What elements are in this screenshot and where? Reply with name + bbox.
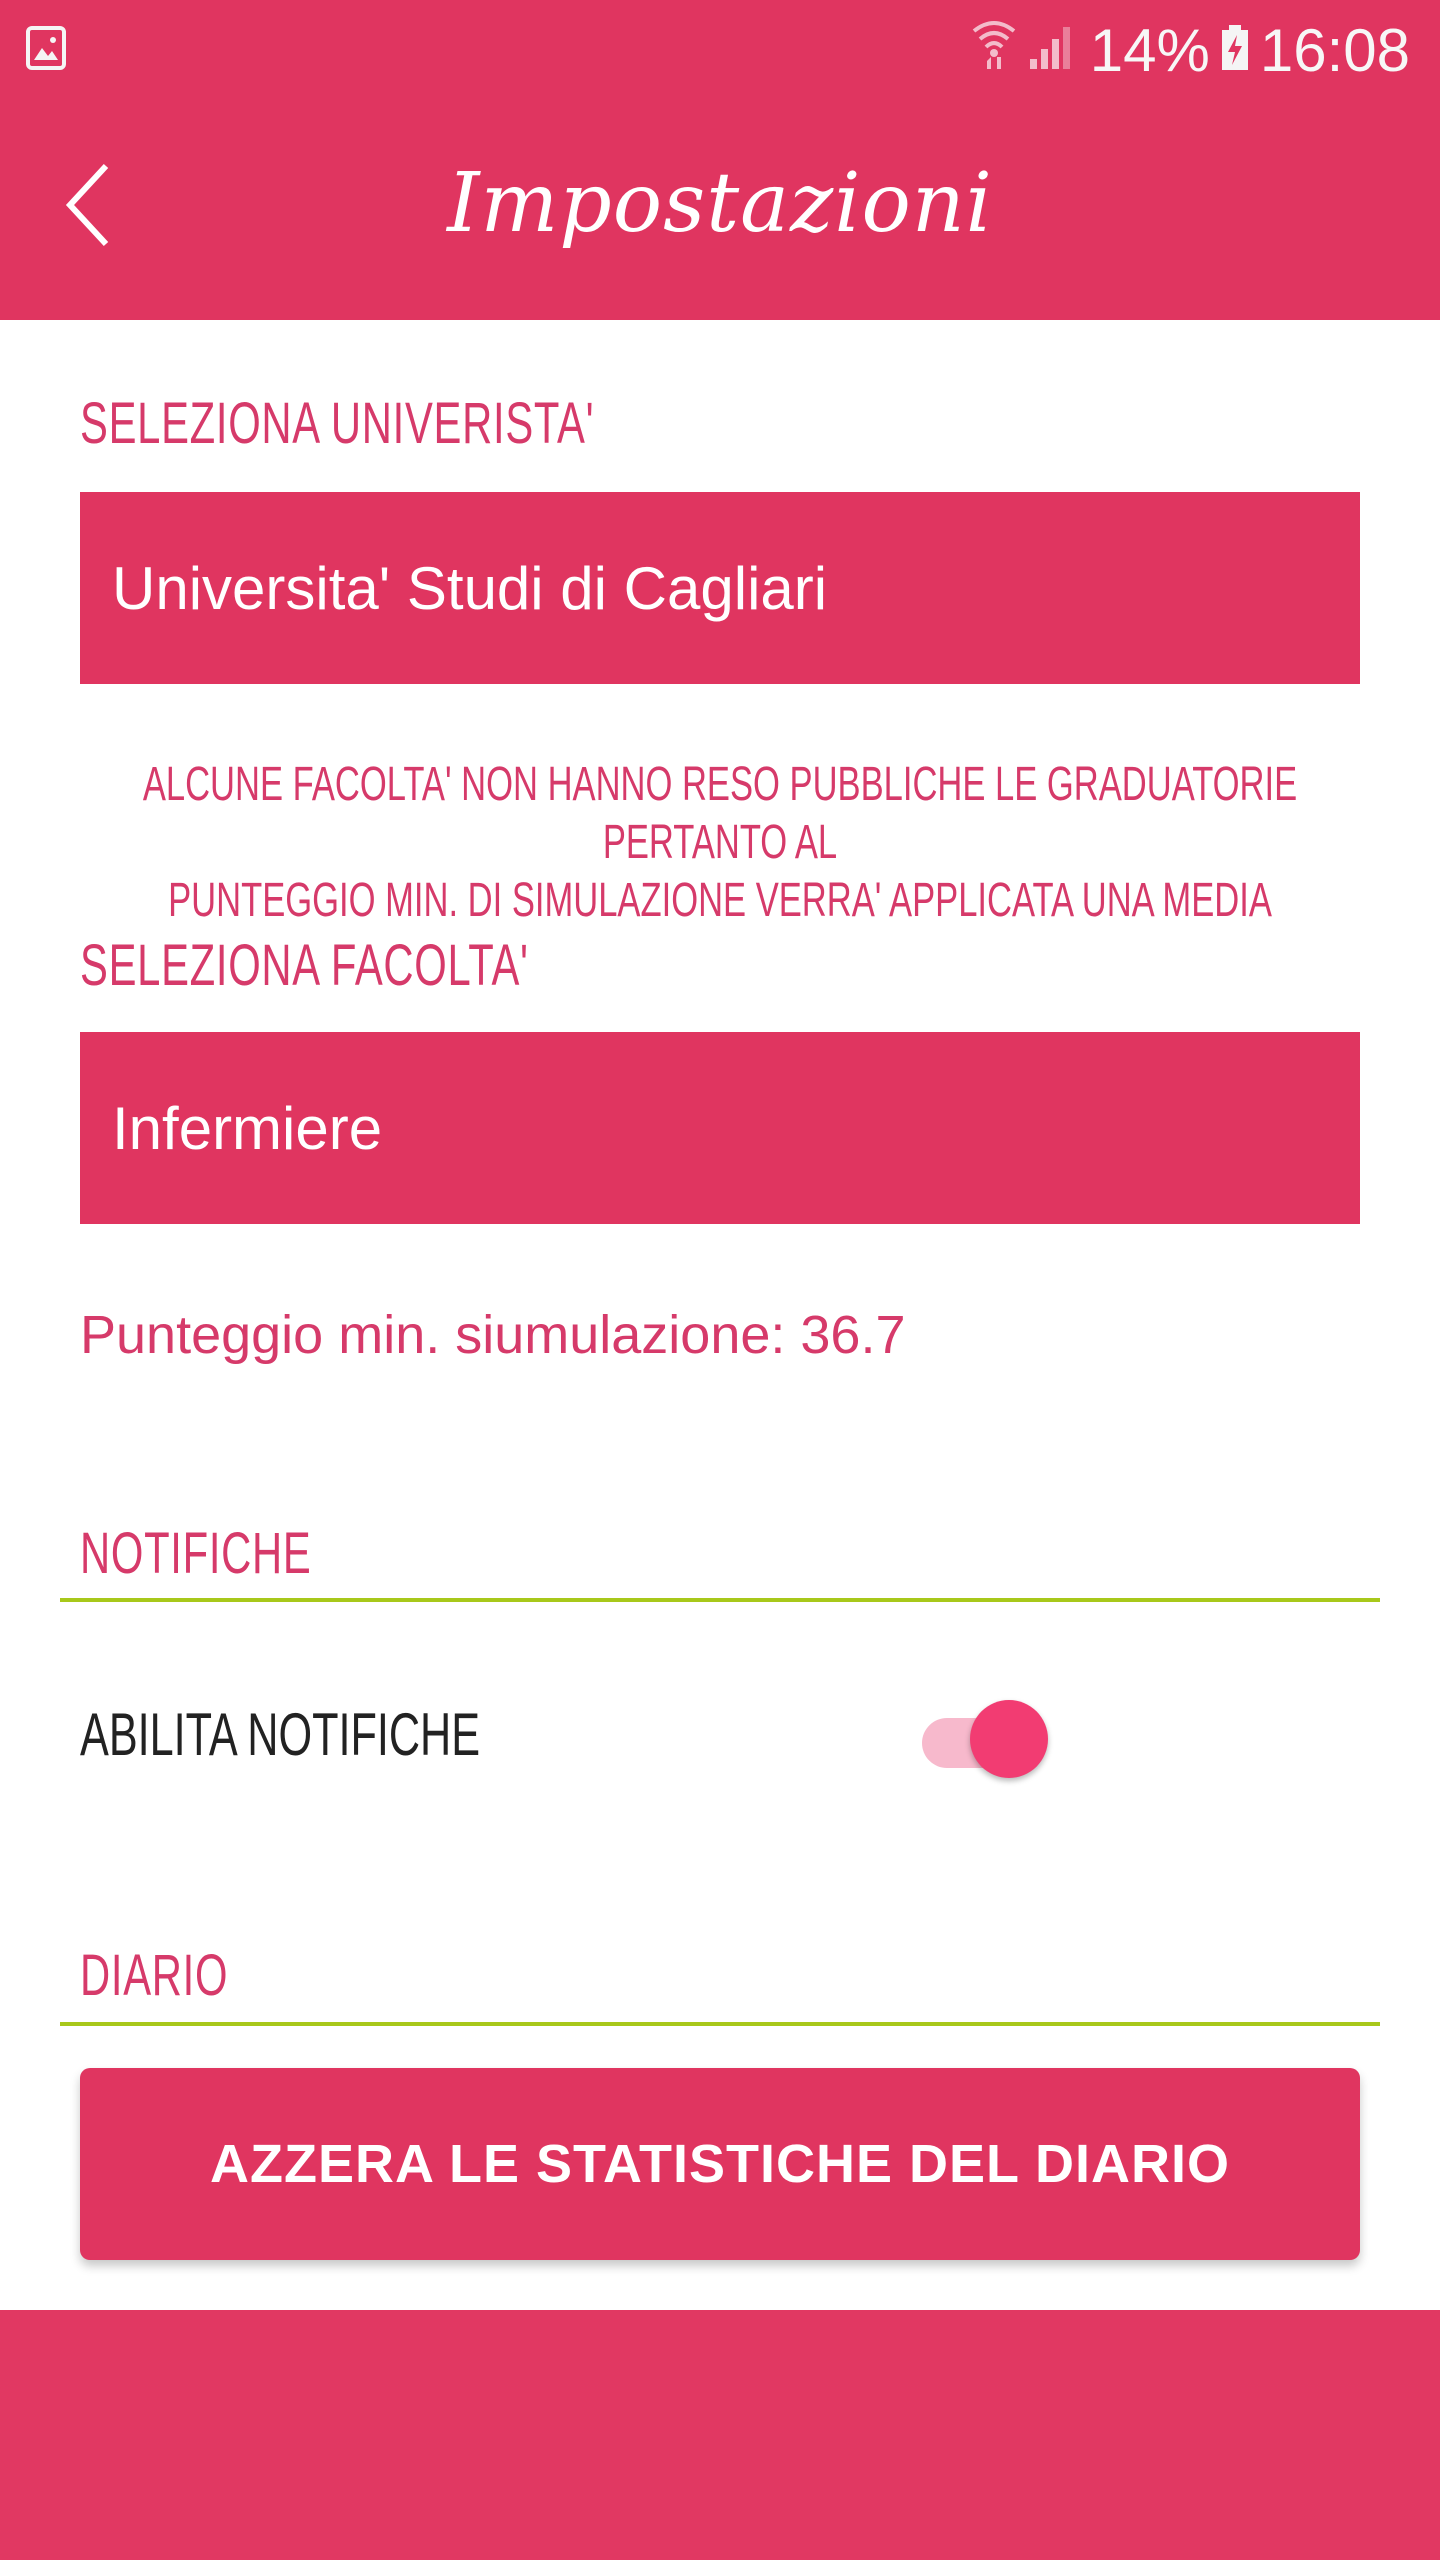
settings-content: SELEZIONA UNIVERISTA' Universita' Studi … [0, 320, 1440, 2310]
reset-diary-stats-button[interactable]: AZZERA LE STATISTICHE DEL DIARIO [80, 2068, 1360, 2260]
diary-divider [60, 2022, 1380, 2026]
status-icons: 14% 16:08 [970, 16, 1410, 85]
page-title: Impostazioni [447, 156, 993, 251]
info-note: ALCUNE FACOLTA' NON HANNO RESO PUBBLICHE… [86, 756, 1353, 930]
battery-charging-icon [1220, 16, 1250, 85]
info-note-line-2: PUNTEGGIO MIN. DI SIMULAZIONE VERRA' APP… [168, 874, 1272, 927]
min-score-text: Punteggio min. siumulazione: 36.7 [80, 1305, 906, 1365]
notifications-section-label: NOTIFICHE [80, 1521, 312, 1586]
diary-section-label: DIARIO [80, 1943, 229, 2008]
notifications-divider [60, 1598, 1380, 1602]
bottom-area [0, 2310, 1440, 2560]
image-icon [26, 26, 66, 70]
signal-icon [1028, 16, 1080, 85]
university-select[interactable]: Universita' Studi di Cagliari [80, 492, 1360, 684]
toggle-thumb [970, 1700, 1048, 1778]
status-bar: 14% 16:08 [0, 0, 1440, 100]
wifi-icon [970, 16, 1018, 85]
battery-percent: 14% [1089, 16, 1210, 84]
enable-notifications-label: ABILITA NOTIFICHE [80, 1701, 481, 1768]
university-selected-value: Universita' Studi di Cagliari [112, 554, 828, 622]
faculty-select[interactable]: Infermiere [80, 1032, 1360, 1224]
university-label: SELEZIONA UNIVERISTA' [80, 391, 595, 456]
faculty-label: SELEZIONA FACOLTA' [80, 933, 529, 998]
faculty-selected-value: Infermiere [112, 1094, 383, 1162]
clock: 16:08 [1259, 16, 1410, 84]
enable-notifications-toggle[interactable] [918, 1696, 1054, 1778]
app-header: Impostazioni [0, 100, 1440, 320]
info-note-line-1: ALCUNE FACOLTA' NON HANNO RESO PUBBLICHE… [142, 758, 1298, 869]
